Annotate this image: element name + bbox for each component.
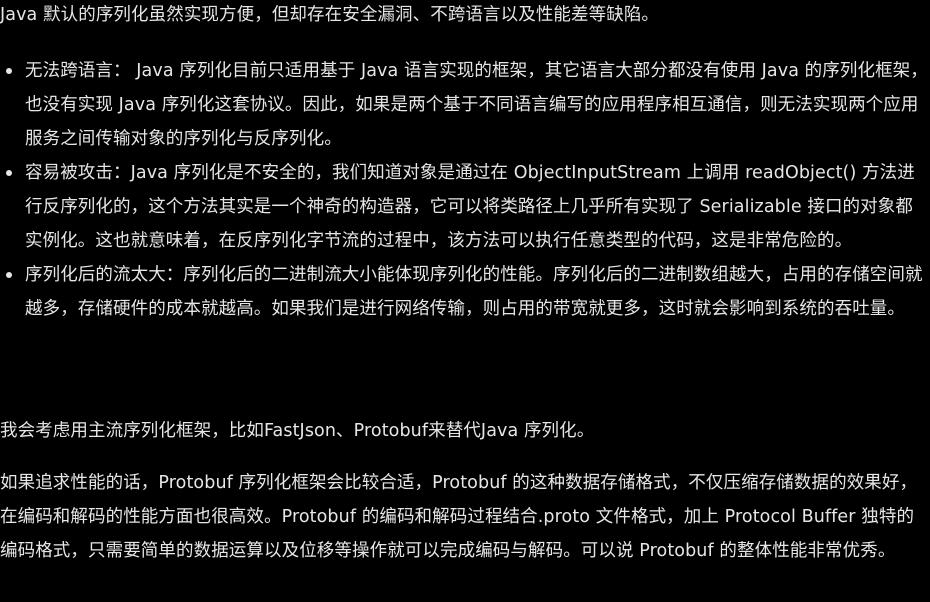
- list-item-text: Java 序列化是不安全的，我们知道对象是通过在 ObjectInputStre…: [25, 163, 915, 251]
- bullet-dot-icon: [6, 272, 12, 278]
- document-body: Java 默认的序列化虽然实现方便，但却存在安全漏洞、不跨语言以及性能差等缺陷。…: [0, 0, 930, 602]
- intro-paragraph: Java 默认的序列化虽然实现方便，但却存在安全漏洞、不跨语言以及性能差等缺陷。: [0, 5, 660, 25]
- list-item-text: Java 序列化目前只适用基于 Java 语言实现的框架，其它语言大部分都没有使…: [25, 61, 928, 149]
- list-item-label: 容易被攻击：: [25, 163, 131, 183]
- drawback-list: 无法跨语言： Java 序列化目前只适用基于 Java 语言实现的框架，其它语言…: [0, 54, 928, 326]
- bullet-dot-icon: [6, 170, 12, 176]
- bullet-dot-icon: [6, 68, 12, 74]
- framework-choice-paragraph: 我会考虑用主流序列化框架，比如FastJson、Protobuf来替代Java …: [0, 421, 595, 441]
- list-item-label: 无法跨语言：: [25, 61, 131, 81]
- protobuf-paragraph: 如果追求性能的话，Protobuf 序列化框架会比较合适，Protobuf 的这…: [0, 473, 918, 561]
- list-item: 容易被攻击：Java 序列化是不安全的，我们知道对象是通过在 ObjectInp…: [0, 156, 928, 258]
- list-item: 序列化后的流太大：序列化后的二进制流大小能体现序列化的性能。序列化后的二进制数组…: [0, 258, 928, 326]
- list-item-label: 序列化后的流太大：: [25, 265, 184, 285]
- list-item: 无法跨语言： Java 序列化目前只适用基于 Java 语言实现的框架，其它语言…: [0, 54, 928, 156]
